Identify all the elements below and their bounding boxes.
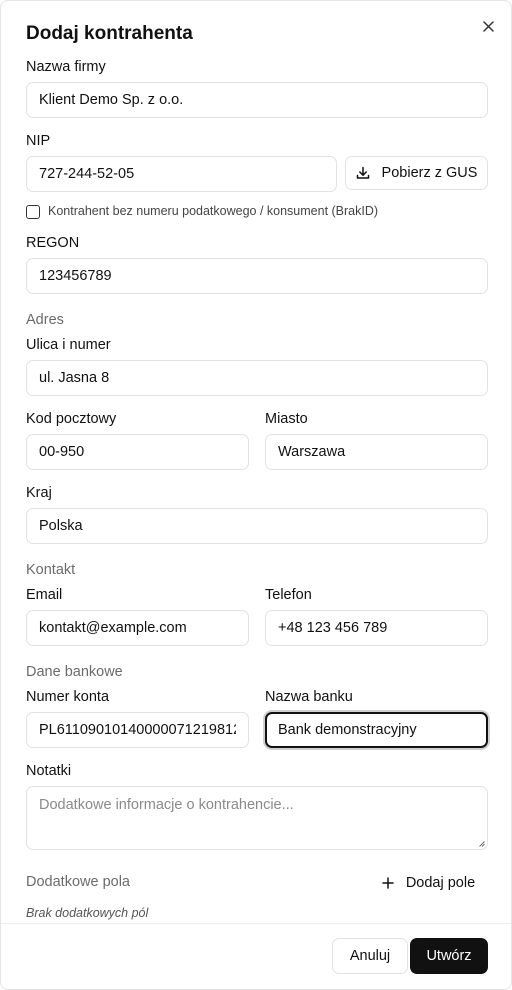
- nip-label: NIP: [26, 133, 51, 149]
- no-tax-id-label: Kontrahent bez numeru podatkowego / kons…: [48, 204, 379, 218]
- gus-fetch-label: Pobierz z GUS: [381, 165, 478, 181]
- regon-input[interactable]: [26, 258, 488, 294]
- regon-label: REGON: [26, 235, 80, 251]
- company-name-label: Nazwa firmy: [26, 59, 106, 75]
- close-icon: [482, 20, 494, 32]
- create-button[interactable]: Utwórz: [410, 938, 488, 974]
- nip-input[interactable]: [26, 156, 337, 192]
- address-section-title: Adres: [26, 312, 64, 328]
- extra-fields-section-title: Dodatkowe pola: [26, 874, 130, 890]
- country-label: Kraj: [26, 485, 52, 501]
- street-label: Ulica i numer: [26, 337, 111, 353]
- city-label: Miasto: [265, 411, 308, 427]
- notes-textarea[interactable]: [26, 786, 488, 850]
- footer-divider: [1, 923, 511, 924]
- country-input[interactable]: [26, 508, 488, 544]
- close-button[interactable]: [478, 16, 498, 36]
- dialog-title: Dodaj kontrahenta: [26, 23, 193, 44]
- cancel-button[interactable]: Anuluj: [332, 938, 408, 974]
- email-input[interactable]: [26, 610, 249, 646]
- contact-section-title: Kontakt: [26, 562, 76, 578]
- no-tax-id-checkbox[interactable]: [26, 205, 40, 219]
- phone-input[interactable]: [265, 610, 488, 646]
- phone-label: Telefon: [265, 587, 312, 603]
- street-input[interactable]: [26, 360, 488, 396]
- account-number-label: Numer konta: [26, 689, 110, 705]
- add-contractor-dialog: Dodaj kontrahenta Nazwa firmy NIP Pobier…: [0, 0, 512, 990]
- account-number-input[interactable]: [26, 712, 249, 748]
- no-extra-fields-text: Brak dodatkowych pól: [26, 906, 149, 920]
- company-name-input[interactable]: [26, 82, 488, 118]
- add-field-label: Dodaj pole: [405, 875, 476, 891]
- bank-name-label: Nazwa banku: [265, 689, 353, 705]
- download-icon: [356, 166, 369, 179]
- notes-label: Notatki: [26, 763, 72, 779]
- resize-handle-icon[interactable]: [479, 841, 485, 847]
- bank-name-input[interactable]: [265, 712, 488, 748]
- add-field-button[interactable]: Dodaj pole: [369, 867, 488, 899]
- plus-icon: [382, 877, 394, 889]
- postal-code-label: Kod pocztowy: [26, 411, 117, 427]
- city-input[interactable]: [265, 434, 488, 470]
- bank-section-title: Dane bankowe: [26, 664, 123, 680]
- postal-code-input[interactable]: [26, 434, 249, 470]
- email-label: Email: [26, 587, 63, 603]
- gus-fetch-button[interactable]: Pobierz z GUS: [345, 156, 488, 190]
